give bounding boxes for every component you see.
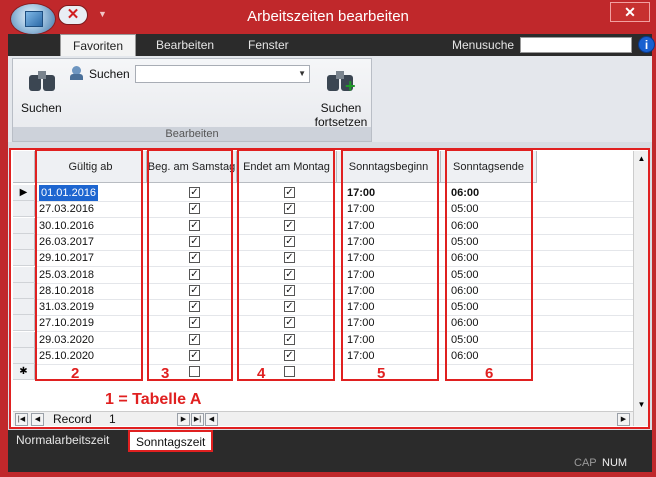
annotation-label-5: 5	[377, 365, 386, 382]
tab-bearbeiten[interactable]: Bearbeiten	[156, 34, 214, 56]
ribbon-body: Suchen Suchen ▼ + Suchen fortsetzen Bear…	[8, 56, 652, 142]
search-combobox[interactable]: ▼	[135, 65, 310, 83]
last-record-icon[interactable]: ▶|	[191, 413, 204, 426]
binoculars-icon[interactable]	[27, 67, 57, 93]
annotation-label-3: 3	[161, 365, 170, 382]
binoculars-plus-icon[interactable]: +	[325, 67, 356, 95]
num-lock-indicator: NUM	[602, 457, 628, 469]
vertical-scrollbar[interactable]: ▲ ▼	[633, 151, 648, 426]
tab-favoriten[interactable]: Favoriten	[60, 34, 136, 56]
app-window: ✕ ▼ Arbeitszeiten bearbeiten ✕ Favoriten…	[0, 0, 656, 477]
record-navigation-bar: |◀ ◀ Record 1 ▶ ▶| ◀ ▶	[13, 411, 633, 426]
record-number-field[interactable]: 1	[109, 412, 116, 427]
first-record-icon[interactable]: |◀	[15, 413, 28, 426]
bottom-tab-bar: Normalarbeitszeit Sonntagszeit	[8, 430, 652, 454]
annotation-box-col-3	[147, 149, 233, 381]
content-area: Gültig ab Beg. am Samstag Endet am Monta…	[8, 142, 652, 430]
search-button[interactable]: Suchen	[21, 101, 62, 115]
title-bar: ✕ ▼ Arbeitszeiten bearbeiten ✕	[0, 0, 656, 35]
menusuche-label: Menusuche	[452, 38, 515, 52]
tab-sonntagszeit[interactable]: Sonntagszeit	[128, 430, 214, 452]
search-next-button[interactable]: Suchen fortsetzen	[309, 101, 373, 129]
user-search-icon	[69, 66, 85, 80]
tab-normalarbeitszeit[interactable]: Normalarbeitszeit	[10, 430, 115, 452]
ribbon-group-bearbeiten: Suchen Suchen ▼ + Suchen fortsetzen Bear…	[12, 58, 372, 142]
annotation-label-2: 2	[71, 365, 80, 382]
ribbon-tab-row: Favoriten Bearbeiten Fenster Menusuche i	[8, 34, 655, 56]
close-button[interactable]: ✕	[610, 2, 650, 22]
menusuche-input[interactable]	[520, 37, 632, 53]
search-field-label: Suchen	[89, 67, 130, 81]
annotation-box-col-5	[341, 149, 439, 381]
scroll-right-icon[interactable]: ▶	[617, 413, 630, 426]
help-icon[interactable]: i	[638, 36, 655, 53]
data-grid: Gültig ab Beg. am Samstag Endet am Monta…	[9, 148, 650, 429]
tab-fenster[interactable]: Fenster	[248, 34, 289, 56]
annotation-box-col-6	[445, 149, 533, 381]
window-title: Arbeitszeiten bearbeiten	[247, 8, 409, 25]
ribbon-group-label: Bearbeiten	[13, 127, 371, 141]
status-bar: CAP NUM	[8, 454, 652, 472]
annotation-label-table: 1 = Tabelle A	[105, 391, 202, 408]
record-label: Record	[53, 412, 92, 426]
prev-record-icon[interactable]: ◀	[31, 413, 44, 426]
annotation-label-6: 6	[485, 365, 494, 382]
scroll-down-icon[interactable]: ▼	[634, 397, 649, 412]
scroll-up-icon[interactable]: ▲	[634, 151, 649, 166]
chevron-down-icon[interactable]: ▼	[298, 69, 306, 78]
scroll-left-icon[interactable]: ◀	[205, 413, 218, 426]
annotation-box-col-4	[237, 149, 335, 381]
next-record-icon[interactable]: ▶	[177, 413, 190, 426]
annotation-label-4: 4	[257, 365, 266, 382]
caps-lock-indicator: CAP	[574, 457, 597, 469]
search-next-label-line1: Suchen	[320, 101, 362, 115]
annotation-box-col-2	[35, 149, 143, 381]
